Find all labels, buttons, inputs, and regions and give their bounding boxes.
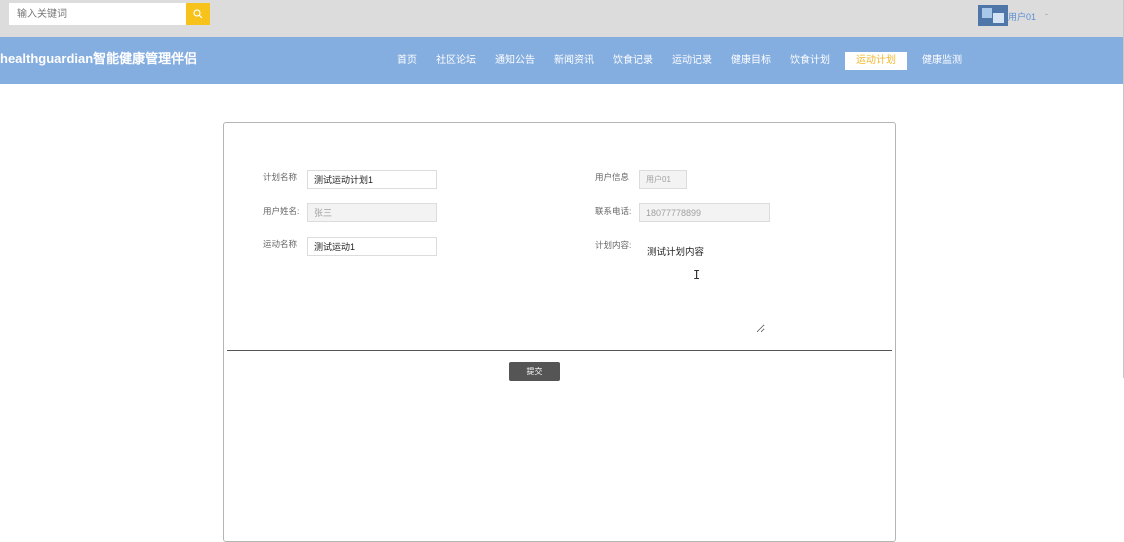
nav-item-forum[interactable]: 社区论坛 <box>432 52 480 70</box>
nav-item-diet-records[interactable]: 饮食记录 <box>609 52 657 70</box>
submit-button[interactable]: 提交 <box>509 362 560 381</box>
avatar[interactable] <box>978 5 1008 26</box>
phone-label: 联系电话: <box>595 206 632 216</box>
plan-content-field[interactable]: 测试计划内容 <box>641 240 765 333</box>
exercise-name-field[interactable] <box>307 237 437 256</box>
plan-name-field[interactable] <box>307 170 437 189</box>
top-bar: 用户01 - <box>0 0 1124 37</box>
nav-item-exercise-plans[interactable]: 运动计划 <box>845 52 907 70</box>
form-divider <box>227 350 892 351</box>
nav-item-notices[interactable]: 通知公告 <box>491 52 539 70</box>
plan-content-label: 计划内容: <box>595 240 632 250</box>
user-name-label: 用户姓名: <box>263 206 300 216</box>
nav-item-news[interactable]: 新闻资讯 <box>550 52 598 70</box>
nav-item-diet-plans[interactable]: 饮食计划 <box>786 52 834 70</box>
user-menu-caret[interactable]: - <box>1045 9 1048 19</box>
search-input[interactable] <box>9 3 186 25</box>
exercise-name-label: 运动名称 <box>263 239 298 249</box>
user-info-label: 用户信息 <box>595 172 630 182</box>
site-title: healthguardian智能健康管理伴侣 <box>0 51 198 66</box>
text-cursor-icon: I <box>693 268 701 282</box>
site-header: healthguardian智能健康管理伴侣 首页 社区论坛 通知公告 新闻资讯… <box>0 37 1124 84</box>
phone-field[interactable] <box>639 203 770 222</box>
nav-item-health-monitoring[interactable]: 健康监测 <box>918 52 966 70</box>
nav-item-home[interactable]: 首页 <box>393 52 421 70</box>
search-icon <box>193 9 203 19</box>
user-info-field[interactable] <box>639 170 687 189</box>
main-nav: 首页 社区论坛 通知公告 新闻资讯 饮食记录 运动记录 健康目标 饮食计划 运动… <box>393 52 966 70</box>
user-name[interactable]: 用户01 <box>1008 10 1036 23</box>
search-button[interactable] <box>186 3 210 25</box>
nav-item-exercise-records[interactable]: 运动记录 <box>668 52 716 70</box>
user-name-field[interactable] <box>307 203 437 222</box>
nav-item-health-goals[interactable]: 健康目标 <box>727 52 775 70</box>
plan-name-label: 计划名称 <box>263 172 298 182</box>
form-card: 计划名称 用户信息 用户姓名: 联系电话: 运动名称 计划内容: 测试计划内容 … <box>223 122 896 542</box>
